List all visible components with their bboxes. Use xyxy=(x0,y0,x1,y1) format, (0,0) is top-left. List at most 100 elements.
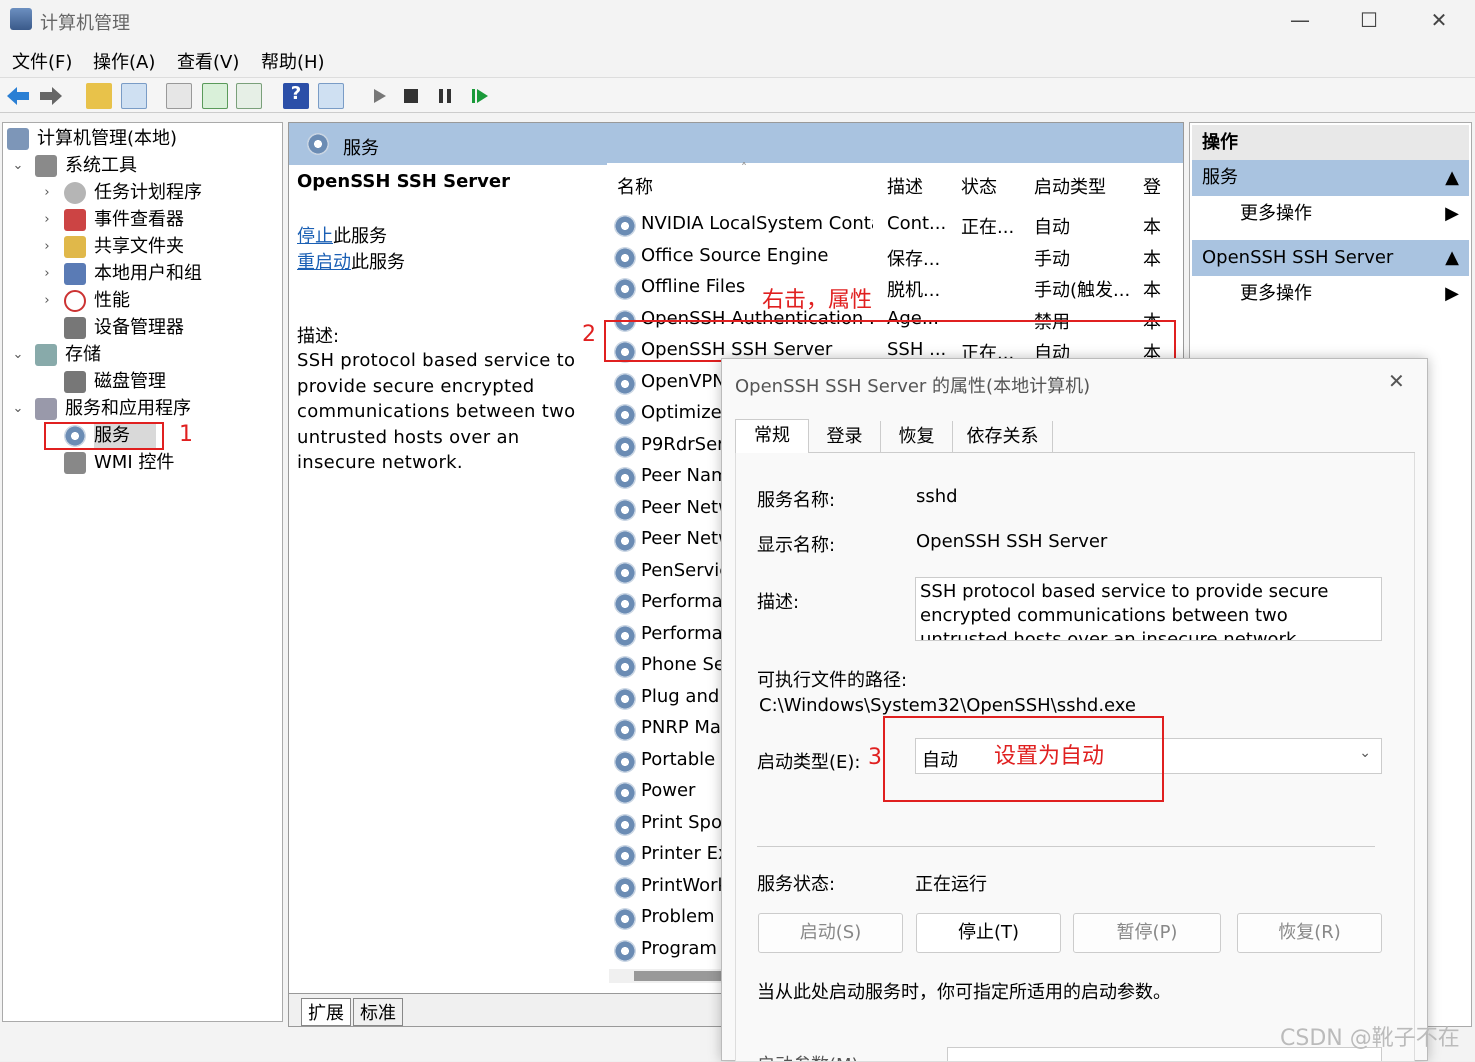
gear-icon xyxy=(614,845,636,867)
gear-icon xyxy=(614,876,636,899)
service-cell-start: 手动(触发... xyxy=(1034,280,1131,301)
dialog-description-label: 描述: xyxy=(757,592,800,613)
pause-service-icon[interactable] xyxy=(432,83,458,109)
collapse-icon[interactable]: ▲ xyxy=(1445,240,1459,276)
gear-icon xyxy=(614,719,636,741)
tab-logon[interactable]: 登录 xyxy=(809,421,881,453)
chevron-down-icon[interactable]: ⌄ xyxy=(11,341,25,368)
refresh-icon[interactable] xyxy=(202,83,228,109)
device-manager-icon xyxy=(64,317,86,339)
gear-icon xyxy=(614,593,636,615)
chevron-right-icon[interactable]: › xyxy=(40,179,54,206)
restart-service-link[interactable]: 重启动 xyxy=(297,252,351,273)
more-actions-1[interactable]: 更多操作 ▶ xyxy=(1192,196,1469,232)
tree-wmi[interactable]: WMI 控件 xyxy=(64,449,174,476)
services-header-title: 服务 xyxy=(343,138,379,159)
gear-icon xyxy=(614,498,636,521)
column-name[interactable]: 名称 xyxy=(617,173,653,199)
dialog-close-icon[interactable]: ✕ xyxy=(1388,369,1405,393)
tree-storage[interactable]: ⌄ 存储 xyxy=(13,341,101,368)
maximize-button[interactable]: ☐ xyxy=(1349,6,1389,34)
services-header: 服务 xyxy=(289,123,1183,165)
chevron-right-icon[interactable]: › xyxy=(40,260,54,287)
tree-system-tools[interactable]: ⌄ 系统工具 xyxy=(13,152,137,179)
actions-section-openssh[interactable]: OpenSSH SSH Server ▲ xyxy=(1192,240,1469,276)
resume-button[interactable]: 恢复(R) xyxy=(1237,913,1382,953)
service-cell-status: 正在... xyxy=(961,217,1015,238)
startup-type-label: 启动类型(E): xyxy=(757,752,861,773)
minimize-button[interactable]: — xyxy=(1280,6,1320,34)
action-pane-icon[interactable] xyxy=(318,83,344,109)
restart-service-icon[interactable] xyxy=(467,83,493,109)
menu-view[interactable]: 查看(V) xyxy=(177,48,239,74)
tab-standard[interactable]: 标准 xyxy=(353,998,403,1026)
column-logon[interactable]: 登 xyxy=(1143,173,1161,199)
collapse-icon[interactable]: ▲ xyxy=(1445,160,1459,196)
service-row[interactable]: Offline Files 脱机... 手动(触发... 本 xyxy=(607,273,1177,304)
chevron-down-icon: ⌄ xyxy=(1359,745,1371,761)
tree-event-viewer[interactable]: › 事件查看器 xyxy=(44,206,184,233)
service-cell-logon: 本 xyxy=(1143,248,1161,270)
gear-icon xyxy=(614,215,636,237)
gear-icon xyxy=(614,782,636,804)
up-folder-icon[interactable] xyxy=(86,83,112,109)
tab-general[interactable]: 常规 xyxy=(735,419,809,454)
tree-disk-management[interactable]: 磁盘管理 xyxy=(64,368,166,395)
close-button[interactable]: ✕ xyxy=(1419,6,1459,34)
stop-service-icon[interactable] xyxy=(398,83,424,109)
storage-icon xyxy=(35,344,57,366)
event-viewer-icon xyxy=(64,209,86,231)
tab-recovery[interactable]: 恢复 xyxy=(881,421,953,453)
menu-action[interactable]: 操作(A) xyxy=(93,48,155,74)
tree-local-users[interactable]: › 本地用户和组 xyxy=(44,260,202,287)
column-status[interactable]: 状态 xyxy=(961,173,997,199)
chevron-down-icon[interactable]: ⌄ xyxy=(11,395,25,422)
tab-dependencies[interactable]: 依存关系 xyxy=(953,421,1053,453)
menu-help[interactable]: 帮助(H) xyxy=(261,48,325,74)
clock-icon xyxy=(64,182,86,204)
tree-device-manager[interactable]: 设备管理器 xyxy=(64,314,184,341)
chevron-right-icon[interactable]: › xyxy=(40,287,54,314)
scrollbar-thumb[interactable] xyxy=(634,971,724,981)
start-button[interactable]: 启动(S) xyxy=(758,913,903,953)
stop-service-link[interactable]: 停止 xyxy=(297,226,333,247)
tab-extended[interactable]: 扩展 xyxy=(301,998,351,1026)
forward-arrow-icon[interactable] xyxy=(38,83,64,109)
properties-icon[interactable] xyxy=(166,83,192,109)
description-textbox[interactable]: SSH protocol based service to provide se… xyxy=(915,577,1382,641)
service-name-value: sshd xyxy=(916,486,958,507)
pause-button[interactable]: 暂停(P) xyxy=(1073,913,1221,953)
menu-file[interactable]: 文件(F) xyxy=(12,48,72,74)
column-description[interactable]: 描述 xyxy=(887,173,923,199)
help-icon[interactable]: ? xyxy=(283,83,309,109)
gear-icon xyxy=(614,530,636,552)
tree-task-scheduler[interactable]: › 任务计划程序 xyxy=(44,179,202,206)
service-row[interactable]: Office Source Engine 保存... 手动 本 xyxy=(607,242,1177,273)
gear-icon xyxy=(614,372,636,395)
actions-section-services[interactable]: 服务 ▲ xyxy=(1192,160,1469,196)
gear-icon xyxy=(614,750,636,773)
more-actions-2[interactable]: 更多操作 ▶ xyxy=(1192,276,1469,312)
window-title: 计算机管理 xyxy=(40,13,130,34)
show-tree-icon[interactable] xyxy=(121,83,147,109)
chevron-down-icon[interactable]: ⌄ xyxy=(11,152,25,179)
column-startup-type[interactable]: 启动类型 xyxy=(1034,173,1106,199)
executable-path-value: C:\Windows\System32\OpenSSH\sshd.exe xyxy=(759,695,1136,716)
stop-button[interactable]: 停止(T) xyxy=(916,913,1061,953)
export-list-icon[interactable] xyxy=(236,83,262,109)
start-service-icon[interactable] xyxy=(366,83,392,109)
service-cell-logon: 本 xyxy=(1143,217,1161,238)
menu-bar: 文件(F) 操作(A) 查看(V) 帮助(H) xyxy=(0,44,1475,74)
watermark: CSDN @靴子不在 xyxy=(1280,1026,1460,1051)
tree-shared-folders[interactable]: › 共享文件夹 xyxy=(44,233,184,260)
computer-management-window: 计算机管理 — ☐ ✕ 文件(F) 操作(A) 查看(V) 帮助(H) ? 计算… xyxy=(0,0,1475,1062)
tree-root[interactable]: 计算机管理(本地) xyxy=(7,125,177,152)
chevron-right-icon[interactable]: › xyxy=(40,206,54,233)
back-arrow-icon[interactable] xyxy=(5,83,31,109)
tree-performance[interactable]: › 性能 xyxy=(44,287,130,314)
service-row[interactable]: NVIDIA LocalSystem Conta... Cont... 正在... 自… xyxy=(607,210,1177,241)
divider xyxy=(757,846,1375,847)
tree-services-apps[interactable]: ⌄ 服务和应用程序 xyxy=(13,395,191,422)
chevron-right-icon[interactable]: › xyxy=(40,233,54,260)
submenu-arrow-icon: ▶ xyxy=(1445,283,1459,304)
